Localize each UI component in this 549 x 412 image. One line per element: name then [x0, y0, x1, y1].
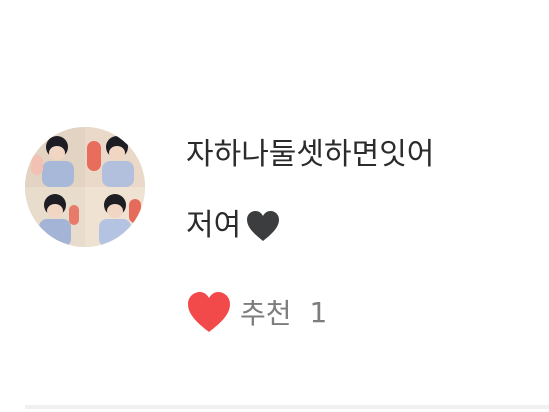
- like-count: 1: [309, 295, 328, 329]
- red-heart-icon[interactable]: [186, 290, 232, 334]
- comment-text-line2-row: 저여: [186, 202, 281, 250]
- avatar[interactable]: [25, 127, 145, 247]
- comment-text-line1: 자하나둘셋하면잇어: [186, 137, 435, 172]
- like-label[interactable]: 추천: [240, 292, 292, 332]
- divider: [25, 405, 549, 409]
- like-row: 추천 1: [186, 288, 327, 336]
- comment-item: 자하나둘셋하면잇어 저여 추천 1: [0, 0, 549, 412]
- comment-text-line2: 저여: [186, 208, 242, 243]
- black-heart-icon: [245, 209, 281, 243]
- profile-photo: [25, 127, 145, 247]
